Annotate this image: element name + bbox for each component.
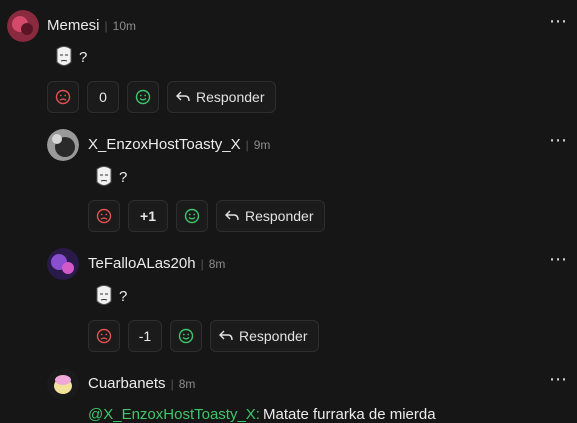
comment-header: Cuarbanets | 8m: [88, 375, 195, 392]
more-options-icon[interactable]: ⋯: [549, 131, 567, 149]
avatar[interactable]: [47, 248, 79, 280]
dislike-button[interactable]: [88, 200, 120, 232]
happy-face-icon: [135, 89, 151, 105]
dislike-button[interactable]: [88, 320, 120, 352]
avatar[interactable]: [47, 368, 79, 400]
separator: |: [245, 138, 249, 152]
username[interactable]: TeFalloALas20h: [88, 255, 196, 272]
wojak-emote-icon: [56, 46, 72, 66]
sad-face-icon: [96, 328, 112, 344]
separator: |: [170, 377, 174, 391]
reply-button[interactable]: Responder: [216, 200, 325, 232]
username[interactable]: Cuarbanets: [88, 375, 166, 392]
timestamp: 8m: [178, 377, 196, 391]
comment-body: ?: [52, 45, 87, 69]
separator: |: [200, 257, 204, 271]
comment-body: ?: [92, 284, 127, 308]
timestamp: 10m: [112, 19, 136, 33]
more-options-icon[interactable]: ⋯: [549, 12, 567, 30]
comment-actions: 0 Responder: [47, 81, 276, 113]
dislike-button[interactable]: [47, 81, 79, 113]
more-options-icon[interactable]: ⋯: [549, 250, 567, 268]
comment-body: @X_EnzoxHostToasty_X: Matate furrarka de…: [88, 406, 436, 423]
like-button[interactable]: [170, 320, 202, 352]
more-options-icon[interactable]: ⋯: [549, 370, 567, 388]
reply-button[interactable]: Responder: [210, 320, 319, 352]
happy-face-icon: [178, 328, 194, 344]
score-badge: -1: [128, 320, 162, 352]
timestamp: 8m: [208, 257, 226, 271]
comment-actions: -1 Responder: [88, 320, 319, 352]
comment-header: Memesi | 10m: [47, 17, 136, 34]
comment-text: Matate furrarka de mierda: [262, 406, 436, 423]
username[interactable]: Memesi: [47, 17, 100, 34]
comment-actions: +1 Responder: [88, 200, 325, 232]
wojak-emote-icon: [96, 285, 112, 305]
comment-text: ?: [119, 168, 128, 186]
separator: |: [104, 19, 108, 33]
comment-body: ?: [92, 165, 127, 189]
like-button[interactable]: [176, 200, 208, 232]
happy-face-icon: [184, 208, 200, 224]
reply-label: Responder: [196, 89, 265, 105]
reply-label: Responder: [239, 328, 308, 344]
comment-header: TeFalloALas20h | 8m: [88, 255, 225, 272]
avatar[interactable]: [47, 129, 79, 161]
score-badge: +1: [128, 200, 168, 232]
reply-button[interactable]: Responder: [167, 81, 276, 113]
reply-label: Responder: [245, 208, 314, 224]
avatar[interactable]: [7, 10, 39, 42]
reply-arrow-icon: [176, 91, 190, 102]
reply-arrow-icon: [219, 330, 233, 341]
mention-link[interactable]: @X_EnzoxHostToasty_X:: [88, 406, 260, 423]
comment-header: X_EnzoxHostToasty_X | 9m: [88, 136, 270, 153]
timestamp: 9m: [253, 138, 271, 152]
username[interactable]: X_EnzoxHostToasty_X: [88, 136, 241, 153]
reply-arrow-icon: [225, 210, 239, 221]
sad-face-icon: [55, 89, 71, 105]
comment-text: ?: [119, 287, 128, 305]
comment-text: ?: [79, 48, 88, 66]
score-badge: 0: [87, 81, 119, 113]
wojak-emote-icon: [96, 166, 112, 186]
like-button[interactable]: [127, 81, 159, 113]
sad-face-icon: [96, 208, 112, 224]
